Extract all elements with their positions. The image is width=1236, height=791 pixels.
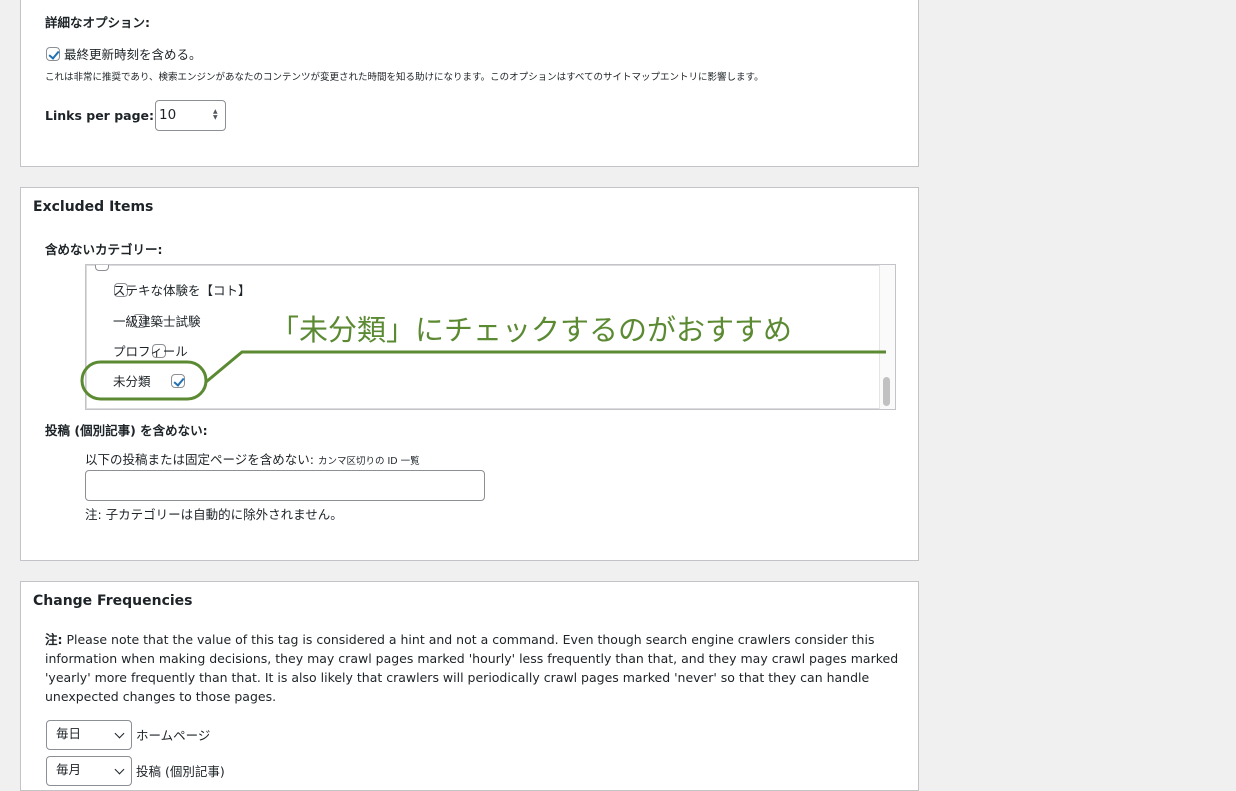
homepage-frequency-select[interactable]: 毎日	[46, 720, 132, 750]
spinner-icon[interactable]: ▲ ▼	[213, 109, 219, 121]
exclude-posts-field-label: 以下の投稿または固定ページを含めない: カンマ区切りの ID 一覧	[85, 449, 420, 468]
exclude-posts-label: 投稿 (個別記事) を含めない:	[45, 423, 208, 438]
excluded-categories-label: 含めないカテゴリー:	[45, 242, 163, 257]
homepage-frequency-label: ホームページ	[136, 728, 211, 743]
note-prefix: 注:	[45, 632, 63, 647]
detailed-options-heading: 詳細なオプション:	[45, 15, 150, 30]
category-checkbox-hidden[interactable]	[95, 265, 109, 271]
posts-frequency-value: 毎月	[56, 762, 82, 777]
excluded-items-title: Excluded Items	[33, 199, 154, 215]
links-per-page-label: Links per page:	[45, 108, 155, 123]
detailed-options-panel: 詳細なオプション: 最終更新時刻を含める。 これは非常に推奨であり、検索エンジン…	[20, 0, 919, 167]
category-label-uncategorized: 未分類	[113, 374, 151, 389]
change-frequencies-panel: Change Frequencies 注: Please note that t…	[20, 581, 919, 791]
posts-frequency-label: 投稿 (個別記事)	[136, 764, 225, 779]
note-line-1: 注: Please note that the value of this ta…	[45, 630, 898, 649]
posts-frequency-select[interactable]: 毎月	[46, 756, 132, 786]
change-frequencies-note: 注: Please note that the value of this ta…	[45, 630, 898, 706]
category-checkbox-uncategorized[interactable]	[171, 374, 186, 388]
category-label-koto: ステキな体験を【コト】	[113, 283, 251, 298]
note-line-1-text: Please note that the value of this tag i…	[66, 632, 875, 647]
category-label-profile: プロフィール	[113, 344, 188, 359]
exclude-posts-input[interactable]	[85, 470, 485, 501]
note-line-2: information when making decisions, they …	[45, 651, 899, 666]
links-per-page-value: 10	[159, 107, 177, 123]
exclude-posts-field-label-text: 以下の投稿または固定ページを含めない:	[85, 452, 314, 467]
excluded-items-panel: Excluded Items 含めないカテゴリー: ステキな体験を【コト】 一級…	[20, 187, 919, 561]
exclude-posts-field-hint: カンマ区切りの ID 一覧	[317, 456, 420, 467]
note-line-3: 'yearly' more frequently than that. It i…	[45, 670, 870, 685]
change-frequencies-title: Change Frequencies	[33, 593, 193, 609]
links-per-page-input[interactable]: 10 ▲ ▼	[155, 100, 226, 131]
homepage-frequency-value: 毎日	[56, 726, 82, 741]
chevron-down-icon	[114, 764, 125, 775]
note-line-4: unexpected changes to those pages.	[45, 689, 277, 704]
category-list[interactable]: ステキな体験を【コト】 一級建築士試験 プロフィール 未分類	[85, 264, 896, 410]
lastmod-note: これは非常に推奨であり、検索エンジンがあなたのコンテンツが変更された時間を知る助…	[45, 72, 764, 83]
lastmod-label: 最終更新時刻を含める。	[64, 47, 202, 62]
subcategory-note: 注: 子カテゴリーは自動的に除外されません。	[85, 507, 343, 522]
scrollbar-thumb[interactable]	[883, 377, 890, 406]
lastmod-checkbox[interactable]	[46, 47, 60, 61]
category-label-kenchikushi: 一級建築士試験	[113, 314, 201, 329]
chevron-down-icon	[114, 728, 125, 739]
